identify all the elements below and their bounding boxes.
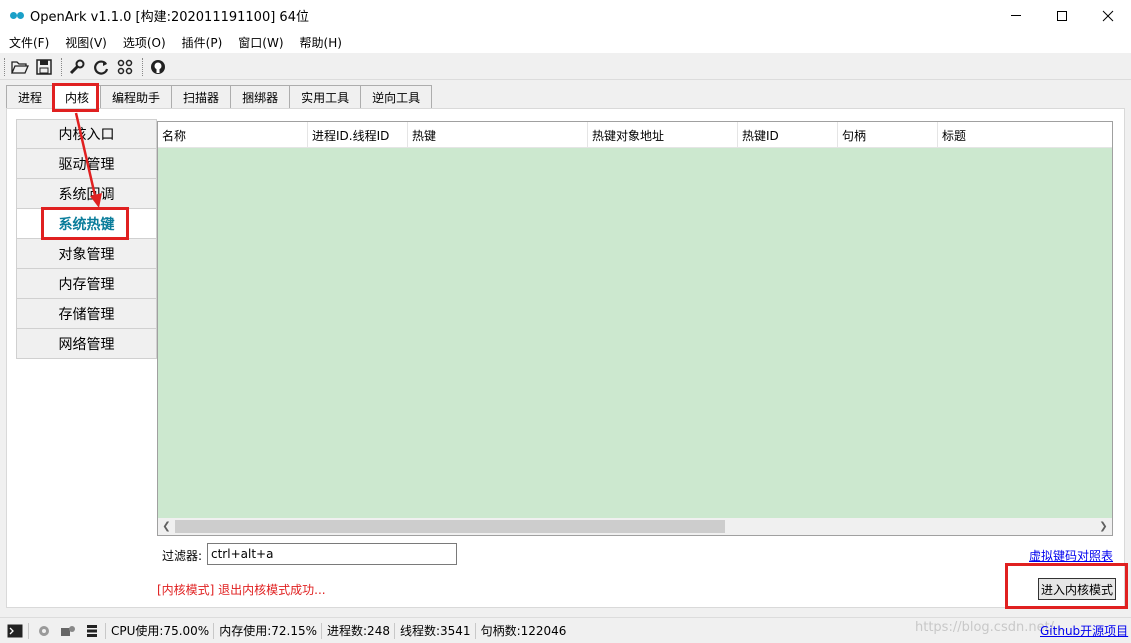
scroll-track[interactable] [175,520,1095,533]
menu-window[interactable]: 窗口(W) [229,34,290,51]
status-message: [内核模式] 退出内核模式成功... [157,583,326,597]
title-bar: OpenArk v1.1.0 [构建:202011191100] 64位 [0,0,1131,31]
close-icon [1102,10,1114,21]
maximize-icon [1057,10,1067,21]
sidebar-item-storage-manager[interactable]: 存储管理 [16,299,157,329]
column-header-name[interactable]: 名称 [158,122,308,148]
open-folder-icon [11,60,29,74]
statusbar-separator [213,622,215,639]
scroll-thumb[interactable] [175,520,725,533]
handle-count: 句柄数:122046 [480,624,567,638]
virtual-key-table-link[interactable]: 虚拟键码对照表 [1029,547,1113,564]
memory-usage: 内存使用:72.15% [219,624,318,638]
sidebar-item-network-manager[interactable]: 网络管理 [16,329,157,359]
toolbar-grip [4,57,5,76]
cpu-usage: CPU使用:75.00% [111,624,210,638]
statusbar-separator [474,622,476,639]
plugin-icon[interactable] [59,622,77,640]
scroll-right-icon[interactable]: ❯ [1095,518,1112,535]
refresh-button[interactable] [90,56,112,78]
stack-icon[interactable] [83,622,101,640]
hotkey-table[interactable]: 名称 进程ID.线程ID 热键 热键对象地址 热键ID 句柄 标题 ❮ ❯ [157,121,1113,536]
sidebar-item-object-manager[interactable]: 对象管理 [16,239,157,269]
column-header-hotkey-object-address[interactable]: 热键对象地址 [588,122,738,148]
column-header-title[interactable]: 标题 [938,122,1112,148]
wrench-icon [69,59,85,74]
column-header-hotkey[interactable]: 热键 [408,122,588,148]
highlight-box-kernel-button [1005,563,1128,609]
menu-options[interactable]: 选项(O) [114,34,173,51]
toolbar-separator [142,57,143,76]
window-title: OpenArk v1.1.0 [构建:202011191100] 64位 [30,10,309,25]
save-icon [36,58,52,75]
column-header-pid-tid[interactable]: 进程ID.线程ID [308,122,408,148]
grid-button[interactable] [114,56,136,78]
menu-help[interactable]: 帮助(H) [291,34,349,51]
toolbar [0,54,1131,80]
sidebar-item-system-callbacks[interactable]: 系统回调 [16,179,157,209]
github-button[interactable] [147,56,169,78]
save-button[interactable] [33,56,55,78]
github-project-link[interactable]: Github开源项目 [1040,622,1128,639]
tab-utilities[interactable]: 实用工具 [289,85,361,109]
sidebar-item-driver-manager[interactable]: 驱动管理 [16,149,157,179]
menu-plugins[interactable]: 插件(P) [173,34,230,51]
tab-bundler[interactable]: 捆绑器 [230,85,290,109]
toolbar-separator [61,57,62,76]
highlight-box-kernel-tab [52,83,99,112]
open-button[interactable] [9,56,31,78]
table-body[interactable] [158,148,1112,519]
process-count: 进程数:248 [327,624,390,638]
minimize-button[interactable] [993,0,1039,31]
column-header-hotkey-id[interactable]: 热键ID [738,122,838,148]
statusbar-separator [321,622,323,639]
menu-bar: 文件(F) 视图(V) 选项(O) 插件(P) 窗口(W) 帮助(H) [0,31,1131,53]
table-header: 名称 进程ID.线程ID 热键 热键对象地址 热键ID 句柄 标题 [158,122,1112,148]
close-button[interactable] [1085,0,1131,31]
menu-file[interactable]: 文件(F) [0,34,56,51]
grid-icon [117,59,133,74]
tab-process[interactable]: 进程 [6,85,54,109]
horizontal-scrollbar[interactable]: ❮ ❯ [158,518,1112,535]
openark-logo-icon [10,9,24,23]
tools-button[interactable] [66,56,88,78]
column-header-handle[interactable]: 句柄 [838,122,938,148]
maximize-button[interactable] [1039,0,1085,31]
settings-gear-icon[interactable] [35,622,53,640]
refresh-icon [94,59,109,75]
filter-input[interactable] [207,543,457,565]
console-icon[interactable] [6,622,24,640]
thread-count: 线程数:3541 [399,624,471,638]
tab-scanner[interactable]: 扫描器 [171,85,231,109]
minimize-icon [1011,15,1021,16]
statusbar-separator [28,622,29,639]
tab-coding-helper[interactable]: 编程助手 [100,85,172,109]
tab-reverse-tools[interactable]: 逆向工具 [360,85,433,109]
github-icon [151,59,165,74]
filter-label: 过滤器: [162,549,203,563]
sidebar-item-kernel-entry[interactable]: 内核入口 [16,119,157,149]
sidebar-item-memory-manager[interactable]: 内存管理 [16,269,157,299]
menu-view[interactable]: 视图(V) [56,34,114,51]
statusbar-separator [105,622,106,639]
scroll-left-icon[interactable]: ❮ [158,518,175,535]
statusbar-separator [393,622,395,639]
highlight-box-system-hotkeys [41,207,129,240]
